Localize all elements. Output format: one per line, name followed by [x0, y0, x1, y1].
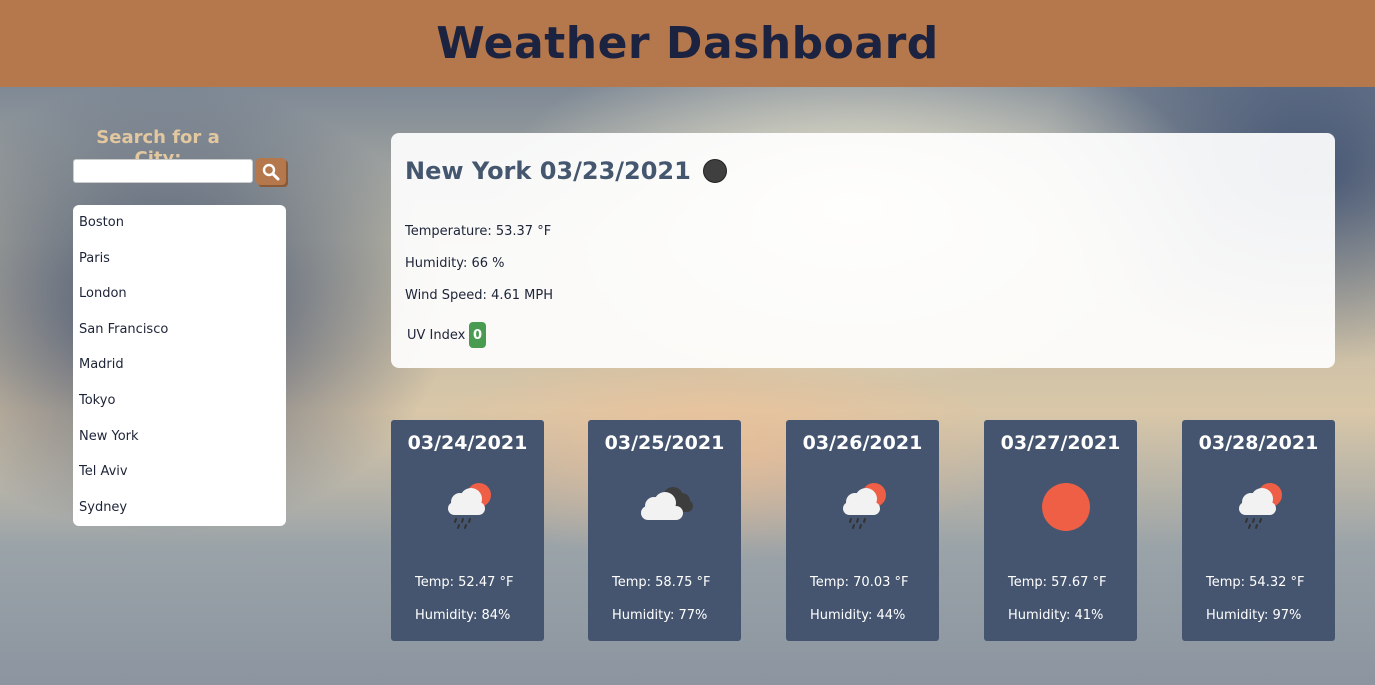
- city-list-item[interactable]: Paris: [73, 245, 286, 281]
- sun-cloud-rain-icon: [1239, 483, 1282, 529]
- city-list-item[interactable]: Tokyo: [73, 387, 286, 423]
- forecast-date: 03/25/2021: [604, 432, 725, 454]
- forecast-card: 03/25/2021 Temp: 58.75 °F Humidity: 77%: [588, 420, 741, 641]
- current-humidity: Humidity: 66 %: [405, 256, 505, 271]
- forecast-humidity: Humidity: 44%: [810, 608, 906, 623]
- city-list-item[interactable]: San Francisco: [73, 316, 286, 352]
- forecast-date: 03/24/2021: [407, 432, 528, 454]
- forecast-card: 03/28/2021 Temp: 54.32 °F Humidity: 97%: [1182, 420, 1335, 641]
- forecast-date: 03/27/2021: [1000, 432, 1121, 454]
- forecast-temp: Temp: 54.32 °F: [1206, 575, 1305, 590]
- forecast-humidity: Humidity: 41%: [1008, 608, 1104, 623]
- forecast-temp: Temp: 57.67 °F: [1008, 575, 1107, 590]
- city-list-item[interactable]: New York: [73, 423, 286, 459]
- forecast-temp: Temp: 70.03 °F: [810, 575, 909, 590]
- forecast-card: 03/26/2021 Temp: 70.03 °F Humidity: 44%: [786, 420, 939, 641]
- search-icon: [262, 163, 280, 180]
- city-history-list: Boston Paris London San Francisco Madrid…: [73, 205, 286, 526]
- city-list-item[interactable]: Sydney: [73, 494, 286, 530]
- search-button[interactable]: [256, 158, 286, 185]
- forecast-card: 03/27/2021 Temp: 57.67 °F Humidity: 41%: [984, 420, 1137, 641]
- city-list-item[interactable]: Boston: [73, 209, 286, 245]
- forecast-humidity: Humidity: 97%: [1206, 608, 1302, 623]
- forecast-humidity: Humidity: 77%: [612, 608, 708, 623]
- uv-index-label: UV Index :: [407, 328, 474, 343]
- forecast-temp: Temp: 58.75 °F: [612, 575, 711, 590]
- sun-cloud-rain-icon: [448, 483, 491, 529]
- city-list-item[interactable]: Tel Aviv: [73, 458, 286, 494]
- sun-cloud-rain-icon: [843, 483, 886, 529]
- current-weather-card: New York 03/23/2021 Temperature: 53.37 °…: [391, 133, 1335, 368]
- header-bar: Weather Dashboard: [0, 0, 1375, 87]
- forecast-date: 03/28/2021: [1198, 432, 1319, 454]
- forecast-humidity: Humidity: 84%: [415, 608, 511, 623]
- city-list-item[interactable]: Madrid: [73, 351, 286, 387]
- forecast-temp: Temp: 52.47 °F: [415, 575, 514, 590]
- current-wind-speed: Wind Speed: 4.61 MPH: [405, 288, 553, 303]
- sun-icon: [1042, 483, 1090, 531]
- page-title: Weather Dashboard: [436, 18, 939, 69]
- current-city-date: New York 03/23/2021: [405, 157, 691, 185]
- forecast-date: 03/26/2021: [802, 432, 923, 454]
- moon-icon: [702, 159, 727, 183]
- city-list-item[interactable]: London: [73, 280, 286, 316]
- current-weather-heading: New York 03/23/2021: [405, 157, 727, 185]
- search-input[interactable]: [73, 159, 253, 183]
- current-temperature: Temperature: 53.37 °F: [405, 224, 552, 239]
- cloudy-icon: [641, 487, 693, 520]
- uv-index-badge: 0: [469, 322, 486, 348]
- forecast-card: 03/24/2021 Temp: 52.47 °F Humidity: 84%: [391, 420, 544, 641]
